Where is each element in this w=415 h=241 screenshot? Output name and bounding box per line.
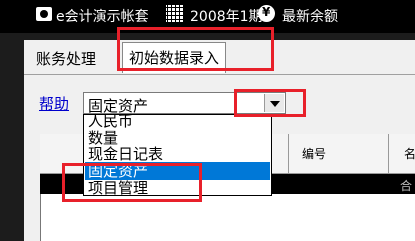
option-cash-journal[interactable]: 现金日记表 (85, 145, 270, 163)
highlight-box-selected-option (62, 163, 202, 202)
select-value: 固定资产 (88, 97, 149, 115)
account-book-icon (36, 7, 52, 21)
highlight-box-tab (117, 27, 274, 71)
highlight-box-dropdown-button (234, 89, 306, 117)
tab-accounting[interactable]: 账务处理 (30, 46, 102, 72)
account-name: e会计演示帐套 (56, 9, 149, 25)
help-link[interactable]: 帮助 (39, 93, 69, 114)
table-cell: 合 (400, 179, 413, 193)
accounting-period: 2008年1期 (190, 9, 263, 25)
column-header-code[interactable]: 编号 (302, 145, 326, 162)
calendar-icon (166, 5, 183, 22)
column-header-name[interactable]: 名 (404, 145, 415, 162)
money-bag-icon (258, 5, 275, 22)
latest-balance-label: 最新余额 (282, 9, 338, 25)
